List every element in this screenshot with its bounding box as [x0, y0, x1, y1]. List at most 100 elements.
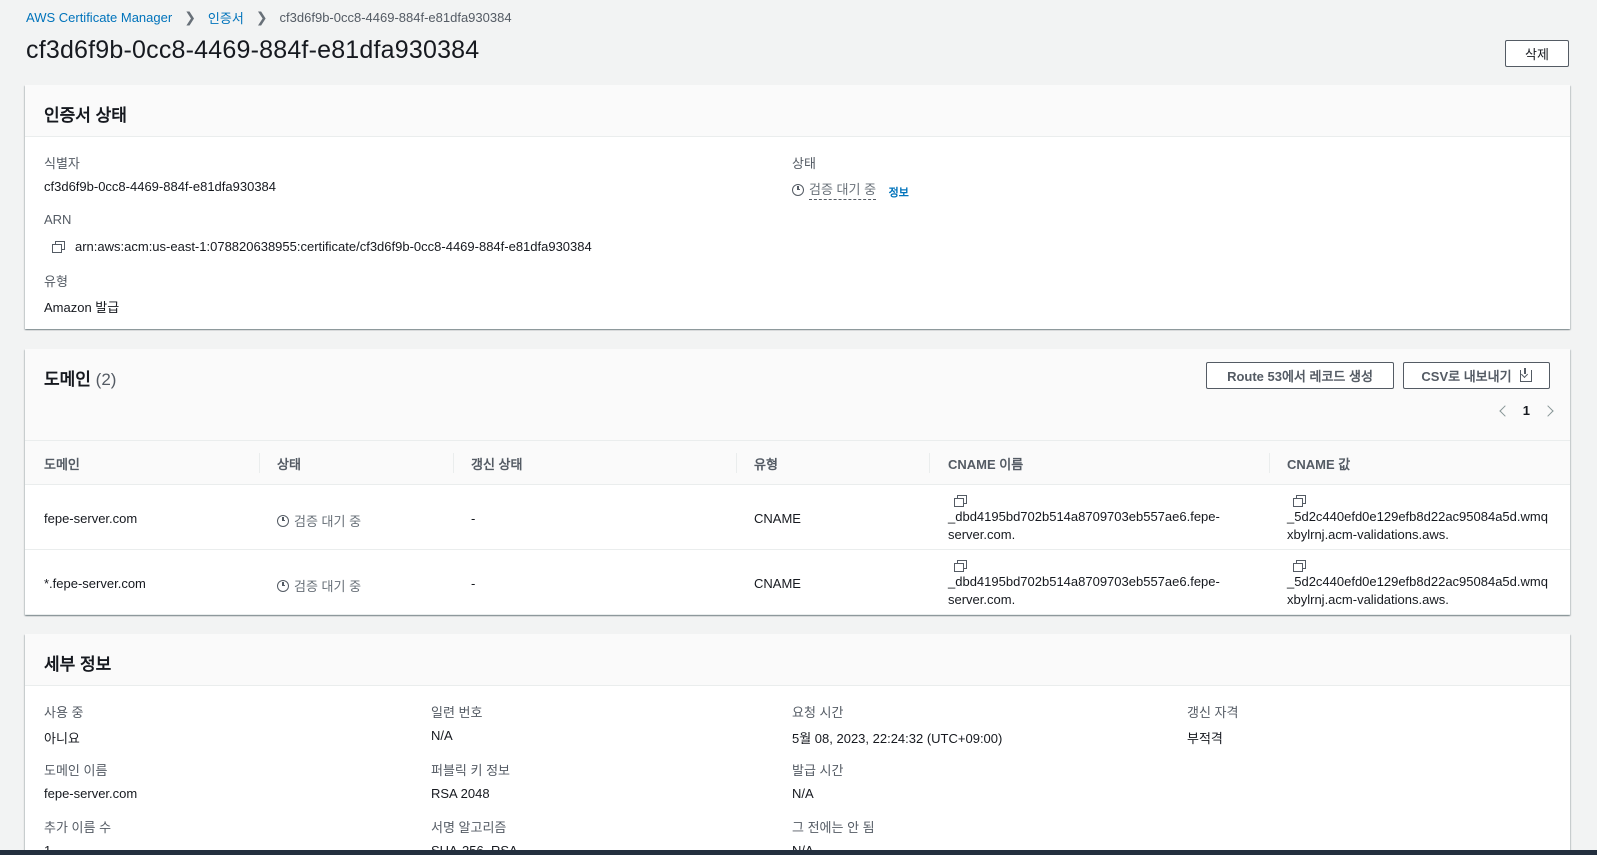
cname-value-line2: xbylrnj.acm-validations.aws. [1287, 592, 1449, 607]
type-label: 유형 [44, 274, 68, 289]
create-route53-records-button[interactable]: Route 53에서 레코드 생성 [1206, 362, 1394, 389]
breadcrumb-current: cf3d6f9b-0cc8-4469-884f-e81dfa930384 [279, 10, 512, 25]
copy-icon[interactable] [954, 495, 967, 507]
domains-count: (2) [95, 370, 117, 389]
details-title: 세부 정보 [44, 655, 112, 674]
serial-field: 일련 번호 N/A [431, 702, 482, 743]
arn-value: arn:aws:acm:us-east-1:078820638955:certi… [75, 239, 592, 254]
identifier-label: 식별자 [44, 156, 80, 171]
identifier-field: 식별자 cf3d6f9b-0cc8-4469-884f-e81dfa930384 [44, 153, 276, 194]
copy-icon[interactable] [1293, 560, 1306, 572]
cname-name-line1: _dbd4195bd702b514a8709703eb557ae6.fepe- [948, 509, 1220, 524]
column-header-renewal-status[interactable]: 갱신 상태 [471, 454, 522, 473]
details-header: 세부 정보 [25, 634, 1570, 686]
status-cell: 검증 대기 중 [277, 511, 361, 530]
status-value[interactable]: 검증 대기 중 [809, 179, 877, 200]
arn-field: ARN arn:aws:acm:us-east-1:078820638955:c… [44, 212, 592, 254]
public-key-value: RSA 2048 [431, 786, 490, 801]
delete-button[interactable]: 삭제 [1505, 40, 1569, 67]
type-field: 유형 Amazon 발급 [44, 271, 119, 316]
type-cell: CNAME [754, 576, 801, 591]
status-cell-text: 검증 대기 중 [294, 514, 362, 529]
domains-header: 도메인 (2) Route 53에서 레코드 생성 CSV로 내보내기 1 [25, 349, 1570, 441]
renewal-status-cell: - [471, 511, 476, 526]
breadcrumb: AWS Certificate Manager ❯ 인증서 ❯ cf3d6f9b… [26, 8, 512, 27]
status-label: 상태 [792, 156, 816, 171]
cname-name-line1: _dbd4195bd702b514a8709703eb557ae6.fepe- [948, 574, 1220, 589]
bottom-bar [0, 850, 1597, 855]
domain-name-field: 도메인 이름 fepe-server.com [44, 760, 137, 801]
serial-label: 일련 번호 [431, 705, 483, 720]
identifier-value: cf3d6f9b-0cc8-4469-884f-e81dfa930384 [44, 179, 277, 194]
domains-title: 도메인 (2) [44, 365, 116, 390]
type-value: Amazon 발급 [44, 300, 120, 315]
cname-value-cell: _5d2c440efd0e129efb8d22ac95084a5d.wmq xb… [1287, 495, 1567, 544]
in-use-label: 사용 중 [44, 705, 84, 720]
table-row: *.fepe-server.com 검증 대기 중 - CNAME _dbd41… [25, 550, 1570, 615]
column-divider [736, 453, 737, 473]
requested-at-label: 요청 시간 [792, 705, 844, 720]
not-before-label: 그 전에는 안 됨 [792, 820, 875, 835]
domain-name-label: 도메인 이름 [44, 763, 108, 778]
status-cell: 검증 대기 중 [277, 576, 361, 595]
column-divider [259, 453, 260, 473]
issued-at-label: 발급 시간 [792, 763, 844, 778]
status-field: 상태 검증 대기 중 정보 [792, 153, 909, 200]
cname-value-cell: _5d2c440efd0e129efb8d22ac95084a5d.wmq xb… [1287, 560, 1567, 609]
column-header-type[interactable]: 유형 [754, 454, 778, 473]
renewal-eligibility-label: 갱신 자격 [1187, 705, 1239, 720]
serial-value: N/A [431, 728, 453, 743]
certificate-status-panel: 인증서 상태 식별자 cf3d6f9b-0cc8-4469-884f-e81df… [25, 85, 1570, 329]
issued-at-value: N/A [792, 786, 814, 801]
chevron-right-icon[interactable] [1542, 404, 1554, 417]
domains-panel: 도메인 (2) Route 53에서 레코드 생성 CSV로 내보내기 1 도메… [25, 349, 1570, 615]
chevron-right-icon: ❯ [255, 9, 268, 25]
chevron-left-icon[interactable] [1499, 404, 1511, 417]
export-csv-button[interactable]: CSV로 내보내기 [1403, 362, 1550, 389]
cname-value-line2: xbylrnj.acm-validations.aws. [1287, 527, 1449, 542]
domains-table-header: 도메인 상태 갱신 상태 유형 CNAME 이름 CNAME 값 [25, 441, 1570, 485]
domains-title-text: 도메인 [44, 370, 91, 389]
copy-icon[interactable] [1293, 495, 1306, 507]
column-divider [1269, 453, 1270, 473]
cname-value-line1: _5d2c440efd0e129efb8d22ac95084a5d.wmq [1287, 574, 1548, 589]
issued-at-field: 발급 시간 N/A [792, 760, 843, 801]
copy-icon[interactable] [954, 560, 967, 572]
in-use-value: 아니요 [44, 731, 80, 746]
requested-at-value: 5월 08, 2023, 22:24:32 (UTC+09:00) [792, 731, 1003, 746]
status-info-link[interactable]: 정보 [889, 187, 909, 199]
renewal-eligibility-field: 갱신 자격 부적격 [1187, 702, 1238, 747]
chevron-right-icon: ❯ [184, 9, 196, 25]
column-header-domain[interactable]: 도메인 [44, 454, 80, 473]
signature-algorithm-label: 서명 알고리즘 [431, 820, 507, 835]
renewal-eligibility-value: 부적격 [1187, 731, 1223, 746]
arn-label: ARN [44, 212, 72, 227]
clock-icon [277, 579, 289, 592]
cname-name-cell: _dbd4195bd702b514a8709703eb557ae6.fepe- … [948, 495, 1228, 544]
column-divider [453, 453, 454, 473]
certificate-status-title: 인증서 상태 [44, 106, 127, 125]
column-header-cname-value[interactable]: CNAME 값 [1287, 454, 1350, 473]
breadcrumb-certificates-link[interactable]: 인증서 [208, 8, 244, 27]
download-icon [1519, 367, 1532, 382]
public-key-field: 퍼블릭 키 정보 RSA 2048 [431, 760, 510, 801]
copy-icon[interactable] [52, 241, 65, 253]
table-row: fepe-server.com 검증 대기 중 - CNAME _dbd4195… [25, 485, 1570, 550]
clock-icon [277, 514, 289, 527]
column-divider [929, 453, 930, 473]
cname-name-line2: server.com. [948, 527, 1016, 542]
status-cell-text: 검증 대기 중 [294, 579, 362, 594]
domain-cell: *.fepe-server.com [44, 576, 146, 591]
domain-name-value: fepe-server.com [44, 786, 138, 801]
column-header-status[interactable]: 상태 [277, 454, 301, 473]
page-number[interactable]: 1 [1523, 403, 1530, 418]
cname-value-line1: _5d2c440efd0e129efb8d22ac95084a5d.wmq [1287, 509, 1548, 524]
page-title: cf3d6f9b-0cc8-4469-884f-e81dfa930384 [26, 36, 480, 64]
cname-name-cell: _dbd4195bd702b514a8709703eb557ae6.fepe- … [948, 560, 1228, 609]
breadcrumb-acm-link[interactable]: AWS Certificate Manager [26, 10, 172, 25]
status-pending-indicator: 검증 대기 중 [792, 179, 877, 200]
create-route53-records-label: Route 53에서 레코드 생성 [1227, 369, 1373, 384]
column-header-cname-name[interactable]: CNAME 이름 [948, 454, 1023, 473]
details-panel: 세부 정보 사용 중 아니요 일련 번호 N/A 요청 시간 5월 08, 20… [25, 634, 1570, 855]
requested-at-field: 요청 시간 5월 08, 2023, 22:24:32 (UTC+09:00) [792, 702, 1002, 747]
